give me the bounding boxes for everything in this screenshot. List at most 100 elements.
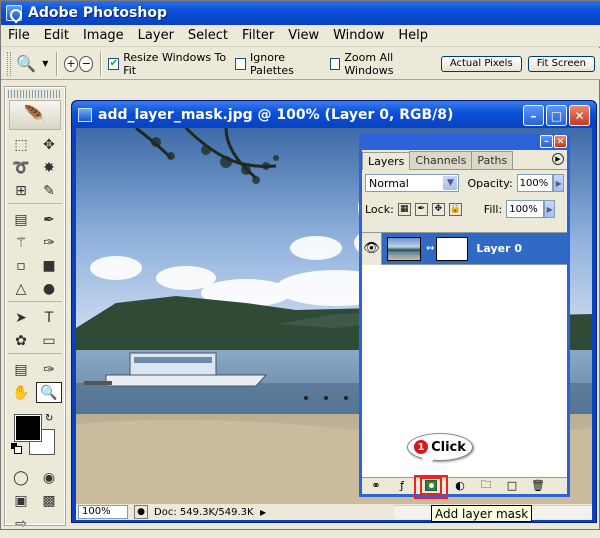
full-screen-mode-icon[interactable]: ▩ <box>36 490 62 511</box>
app-title: Adobe Photoshop <box>28 5 167 21</box>
lock-transparency-icon[interactable]: ▦ <box>397 202 411 216</box>
lock-all-icon[interactable]: 🔒 <box>448 202 462 216</box>
fill-label: Fill: <box>483 202 503 216</box>
options-bar: 🔍 ▼ + − ✔ Resize Windows To Fit Ignore P… <box>1 48 600 80</box>
opacity-slider-arrow-icon[interactable]: ▶ <box>553 174 564 192</box>
swap-colors-icon[interactable]: ↻ <box>45 413 53 424</box>
slice-tool-icon[interactable]: ✎ <box>36 180 62 201</box>
document-titlebar[interactable]: add_layer_mask.jpg @ 100% (Layer 0, RGB/… <box>72 101 596 128</box>
fit-screen-button[interactable]: Fit Screen <box>527 55 595 72</box>
menu-help[interactable]: Help <box>391 28 435 43</box>
shape-tool-icon[interactable]: ▭ <box>36 330 62 351</box>
palette-minimize-button[interactable]: – <box>540 135 553 148</box>
magic-wand-tool-icon[interactable]: ✸ <box>36 157 62 178</box>
notes-tool-icon[interactable]: ▤ <box>8 359 34 380</box>
new-layer-icon[interactable]: □ <box>504 479 520 493</box>
fill-slider-arrow-icon[interactable]: ▶ <box>544 200 556 218</box>
crop-tool-icon[interactable]: ⊞ <box>8 180 34 201</box>
actual-pixels-button[interactable]: Actual Pixels <box>440 55 522 72</box>
hand-tool-icon[interactable]: ✋ <box>8 382 34 403</box>
foreground-color-swatch[interactable] <box>14 414 42 442</box>
delete-layer-icon[interactable]: 🗑 <box>530 479 546 493</box>
type-tool-icon[interactable]: T <box>36 307 62 328</box>
gradient-tool-icon[interactable]: ■ <box>36 255 62 276</box>
checkbox-box <box>235 57 247 70</box>
adjustment-layer-icon[interactable]: ◐ <box>452 479 468 493</box>
layers-footer: ⚭ ƒ ◐ 🗀 □ 🗑 <box>362 476 567 495</box>
dodge-tool-icon[interactable]: ● <box>36 278 62 299</box>
lock-image-icon[interactable]: ✒ <box>414 202 428 216</box>
healing-brush-tool-icon[interactable]: ▤ <box>8 209 34 230</box>
zoom-level-field[interactable]: 100% <box>78 505 128 519</box>
standard-mode-icon[interactable]: ◯ <box>8 467 34 488</box>
menu-edit[interactable]: Edit <box>37 28 76 43</box>
tool-preset-picker[interactable]: 🔍 ▼ <box>15 52 50 76</box>
move-tool-icon[interactable]: ✥ <box>36 134 62 155</box>
separator <box>100 51 103 76</box>
layer-style-icon[interactable]: ƒ <box>394 479 410 493</box>
blend-mode-select[interactable]: Normal ▼ <box>365 174 460 192</box>
step-number-badge: 1 <box>414 440 429 454</box>
brush-tool-icon[interactable]: ✒ <box>36 209 62 230</box>
ignore-palettes-label: Ignore Palettes <box>250 50 294 77</box>
marquee-tool-icon[interactable]: ⬚ <box>8 134 34 155</box>
resize-windows-checkbox[interactable]: ✔ Resize Windows To Fit <box>108 51 227 77</box>
menu-select[interactable]: Select <box>181 28 235 43</box>
menu-window[interactable]: Window <box>326 28 391 43</box>
document-title: add_layer_mask.jpg @ 100% (Layer 0, RGB/… <box>98 106 454 123</box>
tab-layers[interactable]: Layers <box>362 152 411 170</box>
options-grip[interactable] <box>7 51 11 76</box>
screen-mode-icon[interactable]: ▣ <box>8 490 34 511</box>
link-layers-icon[interactable]: ⚭ <box>368 479 384 493</box>
zoom-in-icon[interactable]: + <box>63 55 79 72</box>
new-group-icon[interactable]: 🗀 <box>478 478 494 493</box>
status-menu-arrow-icon[interactable]: ▶ <box>260 508 266 517</box>
palette-tabs: Layers Channels Paths ▶ <box>362 150 567 170</box>
zoom-out-icon[interactable]: − <box>79 55 94 72</box>
pen-tool-icon[interactable]: ✿ <box>8 330 34 351</box>
tab-channels[interactable]: Channels <box>409 151 473 169</box>
jump-to-imageready-icon[interactable]: ⇨ <box>8 513 34 534</box>
history-brush-tool-icon[interactable]: ✑ <box>36 232 62 253</box>
maximize-button[interactable]: □ <box>546 105 567 126</box>
eyedropper-tool-icon[interactable]: ✑ <box>36 359 62 380</box>
fill-field[interactable]: 100% <box>506 200 545 218</box>
clone-stamp-tool-icon[interactable]: ⚚ <box>8 232 34 253</box>
menu-filter[interactable]: Filter <box>235 28 281 43</box>
checkbox-box <box>329 57 341 70</box>
menu-file[interactable]: File <box>1 28 37 43</box>
blur-tool-icon[interactable]: △ <box>8 278 34 299</box>
menu-view[interactable]: View <box>281 28 326 43</box>
zoom-tool-icon[interactable]: 🔍 <box>36 382 62 403</box>
menu-layer[interactable]: Layer <box>131 28 181 43</box>
menu-image[interactable]: Image <box>76 28 131 43</box>
tooltip: Add layer mask <box>431 505 533 522</box>
ignore-palettes-checkbox[interactable]: Ignore Palettes <box>235 51 321 77</box>
layer-thumbnail <box>387 236 421 261</box>
layer-row[interactable]: 👁 ↭ Layer 0 <box>362 232 567 265</box>
close-button[interactable]: ✕ <box>569 105 590 126</box>
default-colors-icon[interactable] <box>11 443 22 454</box>
minimize-button[interactable]: – <box>523 105 544 126</box>
visibility-eye-icon[interactable]: 👁 <box>362 232 382 265</box>
photoshop-app: Adobe Photoshop File Edit Image Layer Se… <box>0 0 600 532</box>
eraser-tool-icon[interactable]: ▫ <box>8 255 34 276</box>
zoom-all-windows-checkbox[interactable]: Zoom All Windows <box>329 51 433 77</box>
status-info-icon[interactable]: ● <box>134 505 148 519</box>
palette-menu-icon[interactable]: ▶ <box>552 153 564 165</box>
palette-close-button[interactable]: ✕ <box>554 135 567 148</box>
mask-link-icon[interactable]: ↭ <box>426 243 434 254</box>
path-selection-tool-icon[interactable]: ➤ <box>8 307 34 328</box>
layer-mask-thumbnail[interactable] <box>436 236 469 261</box>
lasso-tool-icon[interactable]: ➰ <box>8 157 34 178</box>
blend-mode-value: Normal <box>369 176 409 190</box>
tools-palette-grip[interactable] <box>8 90 62 98</box>
lock-position-icon[interactable]: ✥ <box>431 202 445 216</box>
app-titlebar: Adobe Photoshop <box>1 1 600 25</box>
document-window-buttons: – □ ✕ <box>523 105 590 126</box>
tab-paths[interactable]: Paths <box>471 151 514 169</box>
quick-mask-mode-icon[interactable]: ◉ <box>36 467 62 488</box>
adobe-feather-logo[interactable]: 🪶 <box>9 100 61 130</box>
opacity-field[interactable]: 100% <box>516 174 554 192</box>
tools-palette: 🪶 ⬚ ✥ ➰ ✸ ⊞ ✎ ▤ ✒ ⚚ ✑ ▫ ■ △ ● ➤ T ✿ ▭ ▤ … <box>4 86 66 532</box>
